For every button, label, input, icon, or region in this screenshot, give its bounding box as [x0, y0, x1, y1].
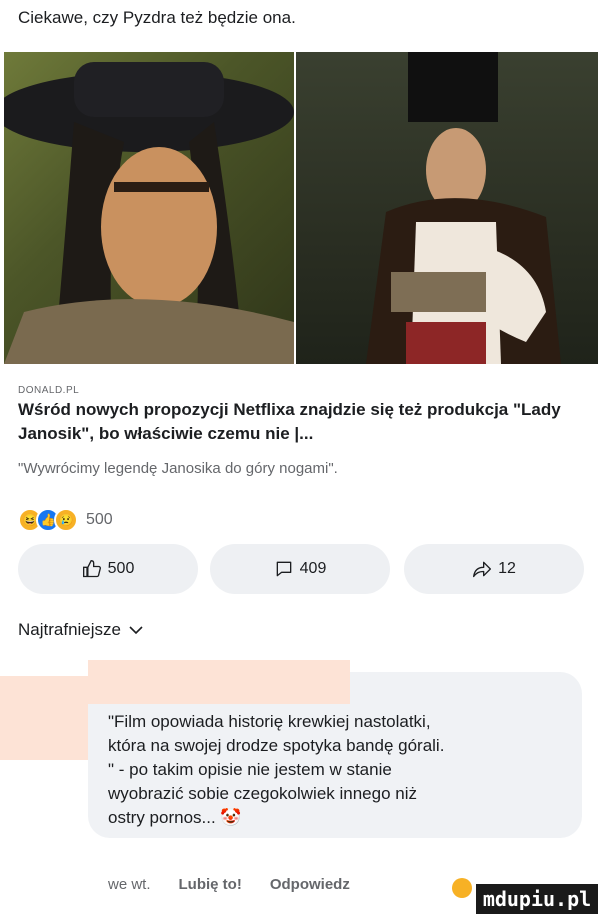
- comment-count: 409: [299, 560, 327, 577]
- comment-reply-link[interactable]: Odpowiedz: [270, 876, 350, 893]
- reaction-count: 500: [86, 511, 113, 528]
- comment-like-link[interactable]: Lubię to!: [179, 876, 242, 893]
- sad-icon: 😢: [54, 508, 78, 532]
- comment-sort-dropdown[interactable]: Najtrafniejsze: [18, 620, 143, 640]
- comment-time[interactable]: we wt.: [108, 876, 151, 893]
- reaction-summary[interactable]: 😆 👍 😢 500: [18, 508, 113, 532]
- share-button[interactable]: 12: [404, 544, 584, 594]
- sort-label: Najtrafniejsze: [18, 620, 121, 639]
- link-image-left[interactable]: [4, 52, 294, 364]
- share-count: 12: [498, 560, 516, 577]
- avatar[interactable]: [0, 676, 88, 760]
- like-button[interactable]: 500: [18, 544, 198, 594]
- comment-button[interactable]: 409: [210, 544, 390, 594]
- comment-icon: [276, 561, 291, 577]
- link-description: "Wywrócimy legendę Janosika do góry noga…: [18, 460, 338, 477]
- chevron-down-icon: [129, 626, 143, 635]
- watermark-logo: mdupiu.pl: [476, 884, 598, 914]
- comment-actions: we wt. Lubię to! Odpowiedz: [108, 876, 350, 893]
- like-count: 500: [107, 560, 135, 577]
- link-headline[interactable]: Wśród nowych propozycji Netflixa znajdzi…: [18, 398, 583, 446]
- link-image-right[interactable]: [296, 52, 598, 364]
- commenter-name[interactable]: [88, 660, 350, 704]
- comment-text: "Film opowiada historię krewkiej nastola…: [108, 712, 445, 827]
- comment-reaction-icon: [452, 878, 472, 898]
- thumbs-up-icon: [82, 559, 101, 578]
- share-icon: [473, 561, 492, 578]
- post-caption: Ciekawe, czy Pyzdra też będzie ona.: [18, 8, 296, 27]
- link-source: DONALD.PL: [18, 385, 80, 396]
